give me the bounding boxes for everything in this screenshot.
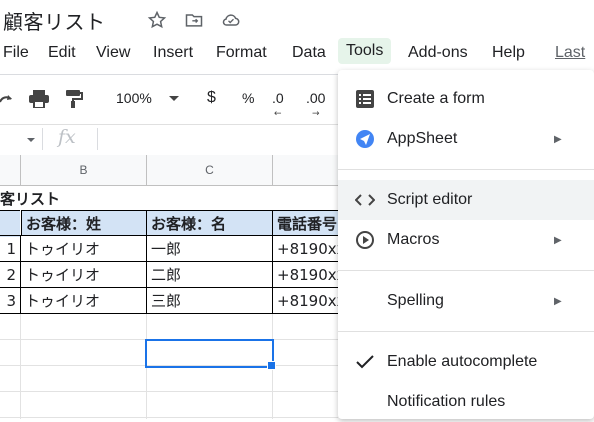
menu-separator: [338, 270, 594, 271]
menu-item-label: Notification rules: [387, 393, 506, 410]
column-header-c[interactable]: C: [147, 155, 273, 186]
right-arrow-icon: →: [312, 109, 320, 119]
selected-cell[interactable]: [145, 339, 274, 368]
menu-edit[interactable]: Edit: [48, 44, 76, 62]
column-header-a[interactable]: [0, 155, 21, 186]
check-icon: [354, 351, 376, 373]
menu-item-macros[interactable]: Macros ▶: [338, 220, 594, 260]
percent-format-button[interactable]: %: [242, 90, 254, 106]
row-3-first[interactable]: 三郎: [146, 287, 273, 314]
menu-item-enable-autocomplete[interactable]: Enable autocomplete: [338, 342, 594, 382]
row-2-last[interactable]: トゥイリオ: [20, 261, 147, 288]
code-icon: [354, 189, 376, 211]
fill-handle[interactable]: [267, 361, 276, 370]
row-1-last[interactable]: トゥイリオ: [20, 235, 147, 262]
paint-format-icon[interactable]: [65, 89, 83, 113]
menu-tools[interactable]: Tools: [338, 38, 392, 64]
column-header-b[interactable]: B: [21, 155, 147, 186]
decrease-decimal-button[interactable]: .0: [272, 90, 284, 106]
header-phone[interactable]: 電話番号: [272, 210, 339, 236]
menu-item-label: AppSheet: [387, 130, 458, 147]
row-3-last[interactable]: トゥイリオ: [20, 287, 147, 314]
star-icon[interactable]: [147, 10, 167, 30]
formula-divider: [42, 128, 43, 150]
menu-item-label: Macros: [387, 231, 440, 248]
header-first-name[interactable]: お客様：名: [146, 210, 273, 236]
menu-file[interactable]: File: [3, 44, 29, 62]
menu-item-script-editor[interactable]: Script editor: [338, 180, 594, 220]
menu-item-label: Script editor: [387, 191, 473, 208]
menu-item-label: Enable autocomplete: [387, 353, 538, 370]
currency-format-button[interactable]: $: [207, 89, 216, 107]
last-edit-link[interactable]: Last: [555, 44, 585, 62]
menu-help[interactable]: Help: [492, 44, 525, 62]
menu-data[interactable]: Data: [292, 44, 326, 62]
menu-separator: [338, 169, 594, 170]
cloud-saved-icon[interactable]: [221, 10, 241, 30]
menu-item-appsheet[interactable]: AppSheet ▶: [338, 119, 594, 159]
move-folder-icon[interactable]: [184, 10, 204, 30]
row-1-number[interactable]: 1: [0, 235, 21, 262]
header-row-number[interactable]: [0, 210, 20, 237]
menu-separator: [338, 331, 594, 332]
row-3-phone[interactable]: +8190xx: [272, 287, 339, 314]
name-box-dropdown-icon[interactable]: [27, 138, 35, 142]
row-2-phone[interactable]: +8190xx: [272, 261, 339, 288]
menu-item-label: Create a form: [387, 90, 485, 107]
grid-line: [20, 314, 21, 419]
left-arrow-icon: ←: [274, 109, 282, 119]
menu-format[interactable]: Format: [216, 44, 267, 62]
zoom-dropdown-icon[interactable]: [169, 96, 179, 101]
tools-menu: Create a form AppSheet ▶ Script editor M…: [338, 70, 594, 419]
row-1-first[interactable]: 一郎: [146, 235, 273, 262]
appsheet-icon: [354, 128, 376, 150]
row-2-number[interactable]: 2: [0, 261, 21, 288]
row-2-first[interactable]: 二郎: [146, 261, 273, 288]
formula-input[interactable]: [97, 128, 98, 150]
play-circle-icon: [354, 229, 376, 251]
menu-insert[interactable]: Insert: [153, 44, 193, 62]
form-icon: [354, 88, 376, 110]
grid-line: [0, 417, 338, 418]
header-last-name[interactable]: お客様：姓: [21, 210, 147, 236]
submenu-arrow-icon: ▶: [554, 234, 562, 246]
redo-icon[interactable]: [0, 91, 14, 111]
increase-decimal-button[interactable]: .00: [306, 90, 325, 106]
zoom-select[interactable]: 100%: [116, 90, 152, 106]
menu-view[interactable]: View: [96, 44, 130, 62]
column-header-d[interactable]: [273, 155, 339, 186]
submenu-arrow-icon: ▶: [554, 295, 562, 307]
row-3-number[interactable]: 3: [0, 287, 21, 314]
document-title[interactable]: 顧客リスト: [3, 6, 106, 35]
menu-item-spelling[interactable]: Spelling ▶: [338, 281, 594, 321]
menu-item-notification-rules[interactable]: Notification rules: [338, 382, 594, 422]
sheet-title-cell[interactable]: 客リスト: [0, 186, 146, 211]
submenu-arrow-icon: ▶: [554, 133, 562, 145]
menu-item-create-form[interactable]: Create a form: [338, 79, 594, 119]
menu-addons[interactable]: Add-ons: [408, 44, 468, 62]
print-icon[interactable]: [28, 89, 50, 113]
fx-icon: fx: [58, 126, 76, 148]
menu-item-label: Spelling: [387, 292, 444, 309]
grid-line: [0, 391, 338, 392]
row-1-phone[interactable]: +8190xx: [272, 235, 339, 262]
